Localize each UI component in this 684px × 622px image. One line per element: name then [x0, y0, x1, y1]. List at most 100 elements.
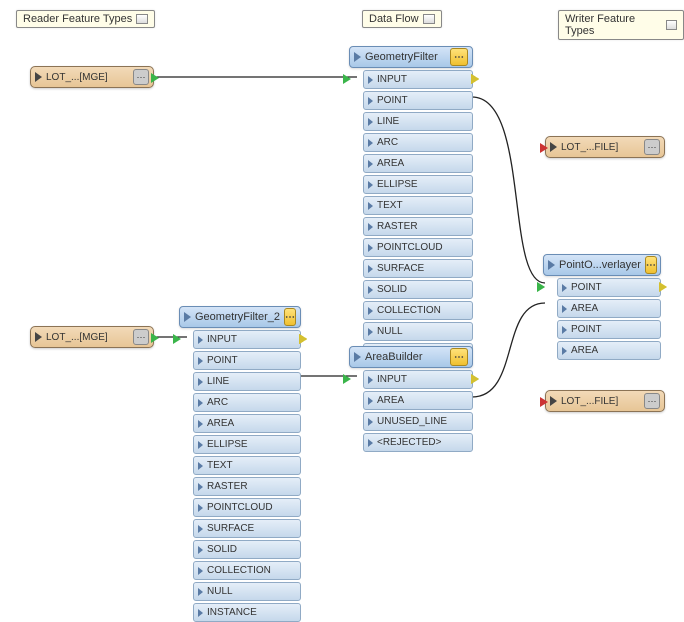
expand-icon	[368, 376, 373, 384]
port-input[interactable]: INPUT	[363, 370, 473, 389]
writer-feature-type-2[interactable]: LOT_...FILE] ⋯	[545, 390, 665, 412]
output-connector[interactable]	[151, 333, 159, 343]
port-rejected[interactable]: <REJECTED>	[363, 433, 473, 452]
input-connector[interactable]	[343, 74, 351, 84]
port-point-in[interactable]: POINT	[557, 278, 661, 297]
expand-icon	[35, 72, 42, 82]
port-area-out[interactable]: AREA	[557, 341, 661, 360]
port-point[interactable]: POINT	[193, 351, 301, 370]
port-raster[interactable]: RASTER	[363, 217, 473, 236]
expand-icon	[368, 223, 373, 231]
expand-icon	[368, 118, 373, 126]
expand-icon	[368, 97, 373, 105]
port-solid[interactable]: SOLID	[193, 540, 301, 559]
output-connector[interactable]	[659, 282, 667, 292]
expand-icon	[562, 305, 567, 313]
properties-button[interactable]: ⋯	[133, 329, 149, 345]
expand-icon	[368, 202, 373, 210]
port-instance[interactable]: INSTANCE	[193, 603, 301, 622]
port-raster[interactable]: RASTER	[193, 477, 301, 496]
tab-icon	[666, 20, 677, 30]
properties-button[interactable]: ⋯	[133, 69, 149, 85]
input-connector[interactable]	[537, 282, 545, 292]
port-solid[interactable]: SOLID	[363, 280, 473, 299]
port-null[interactable]: NULL	[193, 582, 301, 601]
port-pointcloud[interactable]: POINTCLOUD	[363, 238, 473, 257]
transformer-title: AreaBuilder	[365, 351, 446, 363]
port-point[interactable]: POINT	[363, 91, 473, 110]
output-connector[interactable]	[299, 334, 307, 344]
transformer-header[interactable]: AreaBuilder ⋯	[349, 346, 473, 368]
port-surface[interactable]: SURFACE	[363, 259, 473, 278]
writer-column-header: Writer Feature Types	[558, 10, 684, 40]
output-connector[interactable]	[151, 73, 159, 83]
transformer-title: PointO...verlayer	[559, 259, 641, 271]
expand-icon	[198, 483, 203, 491]
expand-icon	[368, 244, 373, 252]
port-collection[interactable]: COLLECTION	[363, 301, 473, 320]
reader-1-label: LOT_...[MGE]	[46, 72, 129, 83]
transformer-header[interactable]: GeometryFilter ⋯	[349, 46, 473, 68]
reader-feature-type-2[interactable]: LOT_...[MGE] ⋯	[30, 326, 154, 348]
properties-button[interactable]: ⋯	[644, 393, 660, 409]
expand-icon	[354, 352, 361, 362]
properties-button[interactable]: ⋯	[644, 139, 660, 155]
reader-column-header: Reader Feature Types	[16, 10, 155, 28]
port-surface[interactable]: SURFACE	[193, 519, 301, 538]
transformer-title: GeometryFilter_2	[195, 311, 280, 323]
expand-icon	[198, 609, 203, 617]
expand-icon	[550, 142, 557, 152]
writer-2-label: LOT_...FILE]	[561, 396, 640, 407]
properties-button[interactable]: ⋯	[645, 256, 657, 274]
reader-feature-type-1[interactable]: LOT_...[MGE] ⋯	[30, 66, 154, 88]
writer-feature-type-1[interactable]: LOT_...FILE] ⋯	[545, 136, 665, 158]
transformer-geometryfilter[interactable]: GeometryFilter ⋯ INPUT POINT LINE ARC AR…	[349, 46, 473, 362]
output-connector[interactable]	[471, 374, 479, 384]
port-ellipse[interactable]: ELLIPSE	[363, 175, 473, 194]
port-area[interactable]: AREA	[363, 391, 473, 410]
port-collection[interactable]: COLLECTION	[193, 561, 301, 580]
transformer-pointoverlayer[interactable]: PointO...verlayer ⋯ POINT AREA POINT ARE…	[543, 254, 661, 360]
expand-icon	[198, 462, 203, 470]
transformer-header[interactable]: PointO...verlayer ⋯	[543, 254, 661, 276]
expand-icon	[354, 52, 361, 62]
port-null[interactable]: NULL	[363, 322, 473, 341]
input-connector[interactable]	[173, 334, 181, 344]
port-arc[interactable]: ARC	[193, 393, 301, 412]
port-point-out[interactable]: POINT	[557, 320, 661, 339]
expand-icon	[35, 332, 42, 342]
expand-icon	[368, 181, 373, 189]
port-ellipse[interactable]: ELLIPSE	[193, 435, 301, 454]
expand-icon	[368, 139, 373, 147]
reader-column-label: Reader Feature Types	[23, 13, 132, 25]
tab-icon	[423, 14, 435, 24]
input-connector[interactable]	[343, 374, 351, 384]
input-connector[interactable]	[540, 397, 548, 407]
transformer-geometryfilter-2[interactable]: GeometryFilter_2 ⋯ INPUT POINT LINE ARC …	[179, 306, 301, 622]
port-input[interactable]: INPUT	[193, 330, 301, 349]
port-unused-line[interactable]: UNUSED_LINE	[363, 412, 473, 431]
writer-1-label: LOT_...FILE]	[561, 142, 640, 153]
properties-button[interactable]: ⋯	[284, 308, 296, 326]
properties-button[interactable]: ⋯	[450, 48, 468, 66]
reader-2-label: LOT_...[MGE]	[46, 332, 129, 343]
port-text[interactable]: TEXT	[363, 196, 473, 215]
transformer-areabuilder[interactable]: AreaBuilder ⋯ INPUT AREA UNUSED_LINE <RE…	[349, 346, 473, 452]
port-text[interactable]: TEXT	[193, 456, 301, 475]
port-area[interactable]: AREA	[363, 154, 473, 173]
properties-button[interactable]: ⋯	[450, 348, 468, 366]
port-input[interactable]: INPUT	[363, 70, 473, 89]
port-area[interactable]: AREA	[193, 414, 301, 433]
input-connector[interactable]	[540, 143, 548, 153]
output-connector[interactable]	[471, 74, 479, 84]
expand-icon	[368, 286, 373, 294]
expand-icon	[550, 396, 557, 406]
expand-icon	[198, 567, 203, 575]
transformer-header[interactable]: GeometryFilter_2 ⋯	[179, 306, 301, 328]
port-pointcloud[interactable]: POINTCLOUD	[193, 498, 301, 517]
port-line[interactable]: LINE	[363, 112, 473, 131]
port-arc[interactable]: ARC	[363, 133, 473, 152]
expand-icon	[198, 504, 203, 512]
port-area-in[interactable]: AREA	[557, 299, 661, 318]
port-line[interactable]: LINE	[193, 372, 301, 391]
